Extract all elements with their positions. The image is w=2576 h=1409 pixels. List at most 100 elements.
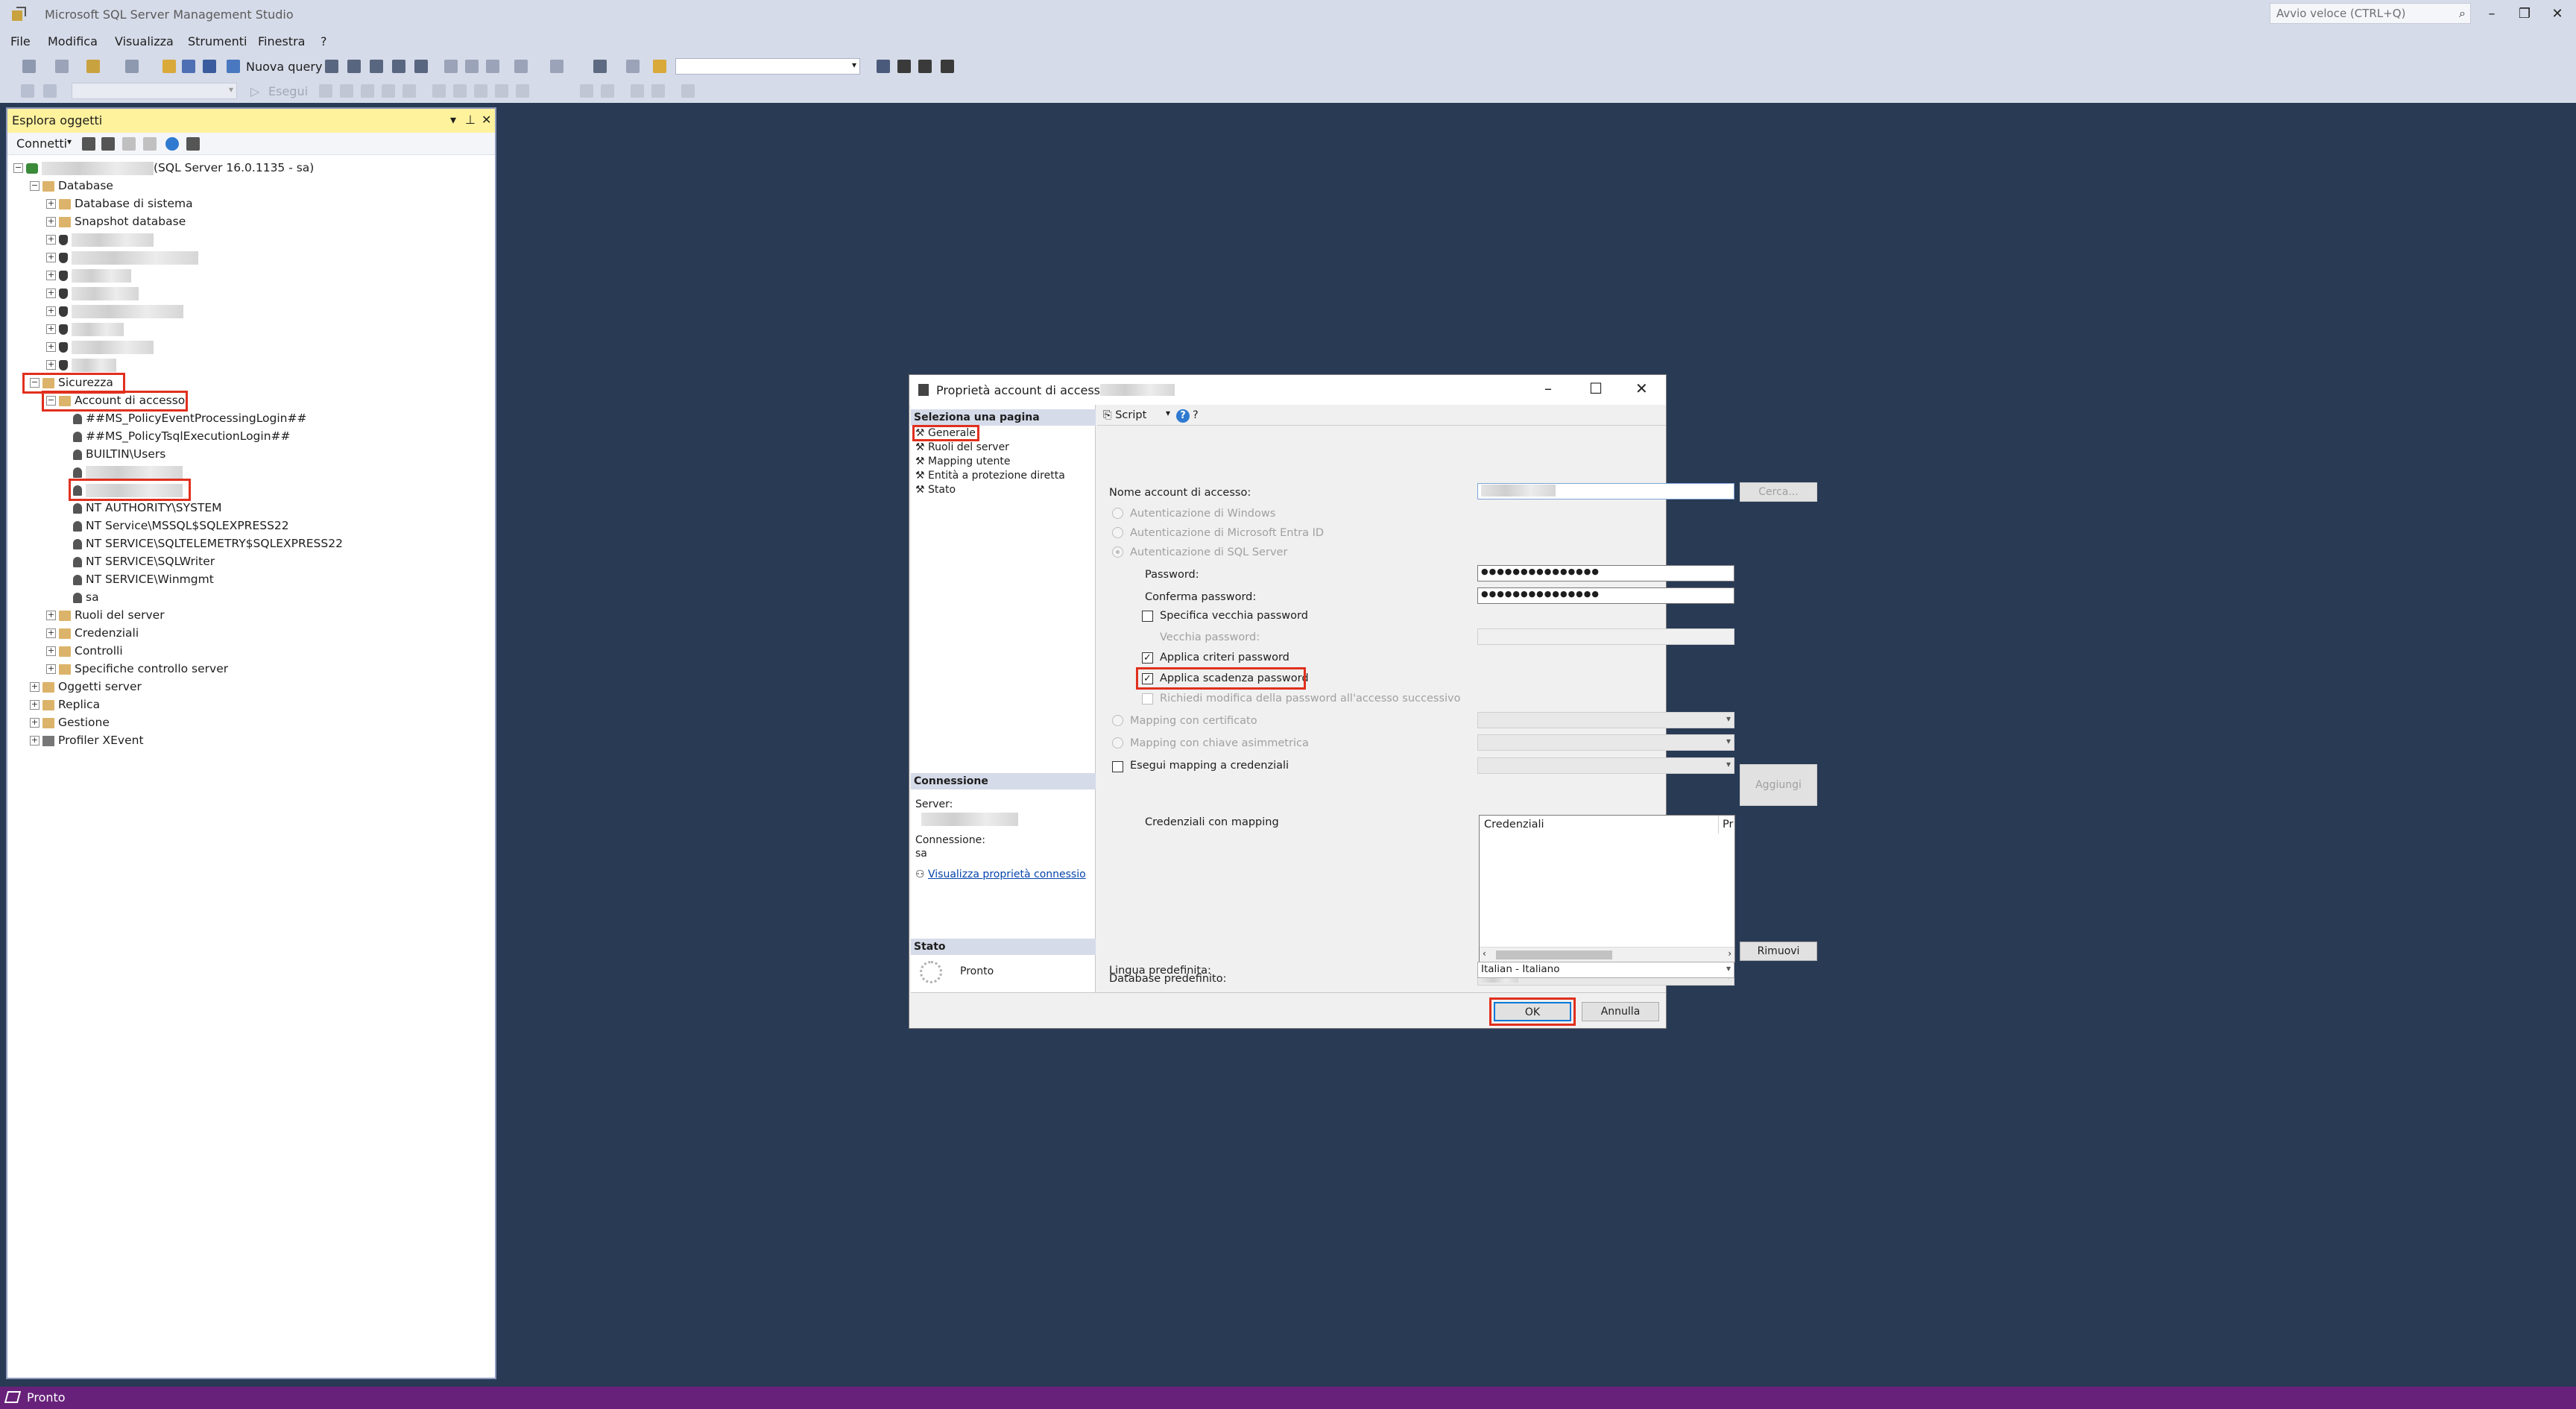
tree-database[interactable]: + bbox=[46, 250, 198, 268]
menu-visualizza[interactable]: Visualizza bbox=[115, 34, 174, 48]
tree-audit-specs[interactable]: + Specifiche controllo server bbox=[46, 662, 228, 680]
old-password-input[interactable] bbox=[1477, 628, 1734, 645]
tree-databases[interactable]: − Database bbox=[30, 179, 113, 197]
add-credential-button[interactable]: Aggiungi bbox=[1740, 764, 1817, 806]
chevron-down-icon[interactable]: ▾ bbox=[67, 136, 72, 147]
tree-database[interactable]: + bbox=[46, 304, 183, 322]
expand-icon[interactable]: + bbox=[46, 217, 56, 227]
new-query-button[interactable]: Nuova query bbox=[246, 60, 322, 74]
outdent-icon[interactable] bbox=[651, 84, 665, 98]
navigate-icon[interactable] bbox=[626, 60, 640, 73]
tree-database[interactable]: + bbox=[46, 322, 124, 340]
search-button[interactable]: Cerca... bbox=[1740, 482, 1817, 502]
toolbox-icon[interactable] bbox=[918, 60, 932, 73]
execute-button[interactable]: Esegui bbox=[268, 84, 308, 98]
map-credential-checkbox[interactable] bbox=[1112, 761, 1123, 772]
new-project-icon[interactable] bbox=[86, 60, 100, 73]
expand-icon[interactable]: + bbox=[30, 736, 40, 746]
horizontal-scrollbar[interactable]: ‹ › bbox=[1480, 947, 1734, 962]
expand-icon[interactable]: + bbox=[46, 360, 56, 370]
tree-login[interactable]: BUILTIN\Users bbox=[73, 447, 165, 465]
new-query-icon[interactable] bbox=[227, 60, 240, 73]
page-user-mapping[interactable]: ⚒ Mapping utente bbox=[915, 456, 1011, 467]
specify-values-icon[interactable] bbox=[681, 84, 695, 98]
enforce-policy-checkbox[interactable]: ✓ bbox=[1142, 652, 1153, 663]
tree-server-objects[interactable]: + Oggetti server bbox=[30, 680, 142, 698]
plan-icon[interactable] bbox=[361, 84, 374, 98]
chevron-down-icon[interactable]: ▾ bbox=[1166, 408, 1170, 418]
tree-login[interactable]: NT Service\MSSQL$SQLEXPRESS22 bbox=[73, 519, 289, 537]
mapped-key-radio[interactable] bbox=[1112, 737, 1123, 748]
save-all-icon[interactable] bbox=[203, 60, 216, 73]
find-icon[interactable] bbox=[653, 60, 666, 73]
expand-icon[interactable]: + bbox=[46, 199, 56, 209]
collapse-icon[interactable]: − bbox=[13, 163, 23, 173]
run-icon[interactable]: ▷ bbox=[250, 84, 259, 98]
tree-login[interactable]: NT SERVICE\Winmgmt bbox=[73, 573, 214, 590]
properties-icon[interactable] bbox=[877, 60, 890, 73]
paste-icon[interactable] bbox=[486, 60, 499, 73]
close-icon[interactable]: ✕ bbox=[1635, 379, 1648, 397]
tree-database[interactable]: + bbox=[46, 233, 154, 250]
connect-plug-icon[interactable] bbox=[82, 137, 95, 151]
search-icon[interactable]: ⌕ bbox=[2459, 6, 2466, 21]
expand-icon[interactable]: + bbox=[46, 324, 56, 334]
connect-icon[interactable] bbox=[21, 84, 34, 98]
query-mdx-icon[interactable] bbox=[370, 60, 383, 73]
results-file-icon[interactable] bbox=[516, 84, 529, 98]
expand-icon[interactable]: + bbox=[46, 342, 56, 352]
filter-icon[interactable] bbox=[143, 137, 157, 151]
expand-icon[interactable]: + bbox=[46, 253, 56, 262]
page-server-roles[interactable]: ⚒ Ruoli del server bbox=[915, 441, 1009, 453]
expand-icon[interactable]: + bbox=[30, 718, 40, 728]
connect-button[interactable]: Connetti bbox=[16, 136, 67, 151]
menu-strumenti[interactable]: Strumenti bbox=[188, 34, 247, 48]
tree-audits[interactable]: + Controlli bbox=[46, 644, 123, 662]
collapse-icon[interactable]: − bbox=[30, 181, 40, 191]
login-name-input[interactable] bbox=[1477, 483, 1734, 499]
database-combo[interactable]: ▾ bbox=[72, 83, 237, 99]
tree-database[interactable]: + bbox=[46, 340, 154, 358]
query-analysis-icon[interactable] bbox=[347, 60, 361, 73]
tools-icon[interactable] bbox=[897, 60, 911, 73]
menu-file[interactable]: File bbox=[10, 34, 31, 48]
uncomment-icon[interactable] bbox=[601, 84, 614, 98]
query-db-icon[interactable] bbox=[325, 60, 338, 73]
results-grid-icon[interactable] bbox=[495, 84, 508, 98]
disconnect-icon[interactable] bbox=[101, 137, 115, 151]
scroll-left-icon[interactable]: ‹ bbox=[1483, 948, 1486, 959]
must-change-checkbox[interactable] bbox=[1142, 693, 1153, 704]
script-button[interactable]: ⎘ Script bbox=[1103, 409, 1146, 421]
tree-xevent-profiler[interactable]: + Profiler XEvent bbox=[30, 734, 144, 751]
password-input[interactable]: ●●●●●●●●●●●●●●● bbox=[1477, 565, 1734, 581]
redo-icon[interactable] bbox=[550, 60, 564, 73]
tree-credentials[interactable]: + Credenziali bbox=[46, 626, 139, 644]
find-combo[interactable]: ▾ bbox=[675, 58, 860, 75]
tree-login[interactable]: ##MS_PolicyEventProcessingLogin## bbox=[73, 412, 306, 429]
expand-icon[interactable]: + bbox=[46, 611, 56, 620]
restore-icon[interactable]: ❐ bbox=[2510, 3, 2539, 25]
parse-icon[interactable] bbox=[340, 84, 353, 98]
panel-menu-icon[interactable]: ▾ bbox=[450, 113, 456, 127]
query-dmx-icon[interactable] bbox=[392, 60, 405, 73]
tree-login[interactable]: sa bbox=[73, 590, 99, 608]
tree-system-databases[interactable]: + Database di sistema bbox=[46, 197, 193, 215]
intellisense-icon[interactable] bbox=[402, 84, 416, 98]
menu-finestra[interactable]: Finestra bbox=[258, 34, 305, 48]
tree-server-roles[interactable]: + Ruoli del server bbox=[46, 608, 165, 626]
save-icon[interactable] bbox=[182, 60, 195, 73]
tree-management[interactable]: + Gestione bbox=[30, 716, 110, 734]
credential-select[interactable]: ▾ bbox=[1477, 757, 1734, 774]
add-item-icon[interactable] bbox=[125, 60, 139, 73]
help-icon[interactable]: ? bbox=[1176, 409, 1190, 423]
scrollbar-thumb[interactable] bbox=[1496, 951, 1612, 959]
expand-icon[interactable]: + bbox=[46, 289, 56, 298]
expand-icon[interactable]: + bbox=[46, 235, 56, 245]
quick-launch-input[interactable]: Avvio veloce (CTRL+Q) ⌕ bbox=[2270, 3, 2471, 24]
expand-icon[interactable]: + bbox=[30, 700, 40, 710]
stop-icon[interactable] bbox=[319, 84, 332, 98]
mapped-cert-select[interactable]: ▾ bbox=[1477, 712, 1734, 728]
refresh-icon[interactable] bbox=[165, 137, 179, 151]
cancel-button[interactable]: Annulla bbox=[1582, 1002, 1659, 1021]
minimize-icon[interactable]: – bbox=[1544, 379, 1552, 397]
